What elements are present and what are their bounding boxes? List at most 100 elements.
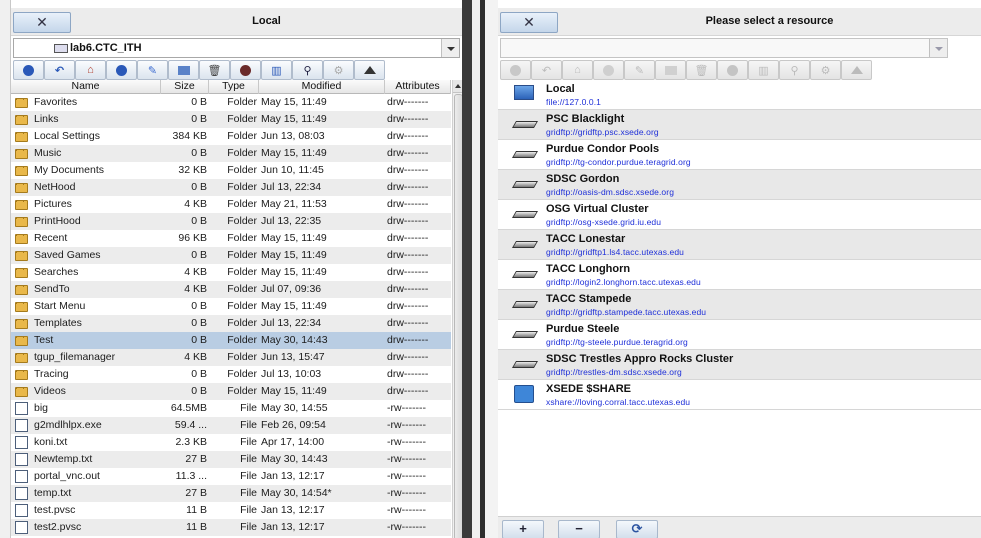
- table-row[interactable]: temp.txt 27 B File May 30, 14:54* -rw-------: [11, 485, 451, 502]
- table-row[interactable]: Start Menu 0 B Folder May 15, 11:49 drw-----…: [11, 298, 451, 315]
- pencil-icon: ✎: [147, 64, 158, 77]
- folder-icon: [15, 268, 28, 278]
- table-row[interactable]: koni.txt 2.3 KB File Apr 17, 14:00 -rw------…: [11, 434, 451, 451]
- column-header-size[interactable]: Size: [161, 80, 209, 94]
- table-row[interactable]: Searches 4 KB Folder May 15, 11:49 drw------…: [11, 264, 451, 281]
- file-name: g2mdlhlpx.exe: [34, 419, 102, 431]
- back-button[interactable]: ↶: [44, 60, 75, 80]
- list-item[interactable]: SDSC Gordon gridftp://oasis-dm.sdsc.xsede…: [498, 170, 981, 200]
- info-button[interactable]: [593, 60, 624, 80]
- rename-button[interactable]: ✎: [137, 60, 168, 80]
- new-folder-button[interactable]: [655, 60, 686, 80]
- list-item[interactable]: XSEDE $SHARE xshare://loving.corral.tacc.…: [498, 380, 981, 410]
- column-header-attributes[interactable]: Attributes: [385, 80, 451, 94]
- remote-close-button[interactable]: ✕: [500, 12, 558, 33]
- file-attributes: -rw-------: [387, 402, 427, 414]
- local-path-combobox[interactable]: lab6.CTC_ITH: [13, 38, 460, 58]
- delete-button[interactable]: 🗑: [686, 60, 717, 80]
- file-attributes: drw-------: [387, 368, 429, 380]
- back-icon: ↶: [54, 64, 65, 77]
- chevron-down-icon[interactable]: [929, 39, 947, 57]
- home-button[interactable]: ⌂: [562, 60, 593, 80]
- scroll-thumb[interactable]: [454, 94, 462, 538]
- file-name: Links: [34, 113, 59, 125]
- table-row[interactable]: Favorites 0 B Folder May 15, 11:49 drw------…: [11, 94, 451, 111]
- table-row[interactable]: Newtemp.txt 27 B File May 30, 14:43 -rw-----…: [11, 451, 451, 468]
- parent-dir-button[interactable]: [354, 60, 385, 80]
- column-header-modified[interactable]: Modified: [259, 80, 385, 94]
- server-icon: [511, 121, 539, 128]
- refresh-button[interactable]: [13, 60, 44, 80]
- remote-path-combobox[interactable]: [500, 38, 948, 58]
- table-row[interactable]: Links 0 B Folder May 15, 11:49 drw-------: [11, 111, 451, 128]
- bookmark-button[interactable]: ▥: [261, 60, 292, 80]
- permissions-button[interactable]: [230, 60, 261, 80]
- file-size: 0 B: [191, 300, 207, 312]
- new-folder-button[interactable]: [168, 60, 199, 80]
- file-size: 11.3 ...: [175, 470, 207, 482]
- file-type: Folder: [227, 249, 257, 261]
- table-row[interactable]: Saved Games 0 B Folder May 15, 11:49 drw----…: [11, 247, 451, 264]
- table-row[interactable]: tgup_filemanager 4 KB Folder Jun 13, 15:47 d…: [11, 349, 451, 366]
- file-name: Newtemp.txt: [34, 453, 93, 465]
- refresh-resources-button[interactable]: ⟳: [616, 520, 658, 538]
- refresh-button[interactable]: [500, 60, 531, 80]
- list-item[interactable]: OSG Virtual Cluster gridftp://osg-xsede.g…: [498, 200, 981, 230]
- table-row[interactable]: Music 0 B Folder May 15, 11:49 drw-------: [11, 145, 451, 162]
- info-button[interactable]: [106, 60, 137, 80]
- home-button[interactable]: ⌂: [75, 60, 106, 80]
- folder-icon: [177, 65, 190, 75]
- search-button[interactable]: ⚲: [292, 60, 323, 80]
- vertical-scrollbar[interactable]: [452, 80, 462, 538]
- table-row[interactable]: SendTo 4 KB Folder Jul 07, 09:36 drw-------: [11, 281, 451, 298]
- up-arrow-icon: [850, 66, 863, 74]
- list-item[interactable]: SDSC Trestles Appro Rocks Cluster gridftp…: [498, 350, 981, 380]
- list-item[interactable]: TACC Stampede gridftp://gridftp.stampede.…: [498, 290, 981, 320]
- table-row[interactable]: Test 0 B Folder May 30, 14:43 drw-------: [11, 332, 451, 349]
- table-row[interactable]: Videos 0 B Folder May 15, 11:49 drw-------: [11, 383, 451, 400]
- scroll-up-button[interactable]: [453, 80, 462, 93]
- file-attributes: drw-------: [387, 147, 429, 159]
- table-row[interactable]: Recent 96 KB Folder May 15, 11:49 drw-------: [11, 230, 451, 247]
- search-button[interactable]: ⚲: [779, 60, 810, 80]
- split-divider[interactable]: [462, 0, 472, 538]
- table-row[interactable]: test.pvsc 11 B File Jan 13, 12:17 -rw-------: [11, 502, 451, 519]
- permissions-button[interactable]: [717, 60, 748, 80]
- table-row[interactable]: g2mdlhlpx.exe 59.4 ... File Feb 26, 09:54 -r…: [11, 417, 451, 434]
- list-item[interactable]: Purdue Steele gridftp://tg-steele.purdue.…: [498, 320, 981, 350]
- table-row[interactable]: My Documents 32 KB Folder Jun 10, 11:45 drw-…: [11, 162, 451, 179]
- list-item[interactable]: PSC Blacklight gridftp://gridftp.psc.xsed…: [498, 110, 981, 140]
- rename-button[interactable]: ✎: [624, 60, 655, 80]
- table-row[interactable]: Tracing 0 B Folder Jul 13, 10:03 drw-------: [11, 366, 451, 383]
- add-resource-button[interactable]: +: [502, 520, 544, 538]
- bookmark-button[interactable]: ▥: [748, 60, 779, 80]
- gear-icon: ⚙: [820, 64, 831, 77]
- table-row[interactable]: big 64.5MB File May 30, 14:55 -rw-------: [11, 400, 451, 417]
- file-type: File: [240, 470, 257, 482]
- list-item[interactable]: TACC Lonestar gridftp://gridftp1.ls4.tacc…: [498, 230, 981, 260]
- list-item[interactable]: Purdue Condor Pools gridftp://tg-condor.p…: [498, 140, 981, 170]
- settings-button[interactable]: ⚙: [323, 60, 354, 80]
- table-row[interactable]: portal_vnc.out 11.3 ... File Jan 13, 12:17 -…: [11, 468, 451, 485]
- remove-resource-button[interactable]: −: [558, 520, 600, 538]
- list-item[interactable]: TACC Longhorn gridftp://login2.longhorn.t…: [498, 260, 981, 290]
- chevron-down-icon[interactable]: [441, 39, 459, 57]
- delete-button[interactable]: 🗑: [199, 60, 230, 80]
- table-row[interactable]: Local Settings 384 KB Folder Jun 13, 08:03 d…: [11, 128, 451, 145]
- column-header-name[interactable]: Name: [11, 80, 161, 94]
- column-header-type[interactable]: Type: [209, 80, 259, 94]
- file-size: 59.4 ...: [174, 419, 207, 431]
- list-item[interactable]: Local file://127.0.0.1: [498, 80, 981, 110]
- settings-button[interactable]: ⚙: [810, 60, 841, 80]
- table-row[interactable]: PrintHood 0 B Folder Jul 13, 22:35 drw------…: [11, 213, 451, 230]
- file-attributes: drw-------: [387, 181, 429, 193]
- back-button[interactable]: ↶: [531, 60, 562, 80]
- local-close-button[interactable]: ✕: [13, 12, 71, 33]
- remote-pane-header: ✕ Please select a resource: [498, 8, 981, 36]
- parent-dir-button[interactable]: [841, 60, 872, 80]
- table-row[interactable]: test2.pvsc 11 B File Jan 13, 12:17 -rw------…: [11, 519, 451, 536]
- file-size: 2.3 KB: [175, 436, 207, 448]
- table-row[interactable]: Pictures 4 KB Folder May 21, 11:53 drw------…: [11, 196, 451, 213]
- table-row[interactable]: NetHood 0 B Folder Jul 13, 22:34 drw-------: [11, 179, 451, 196]
- table-row[interactable]: Templates 0 B Folder Jul 13, 22:34 drw------…: [11, 315, 451, 332]
